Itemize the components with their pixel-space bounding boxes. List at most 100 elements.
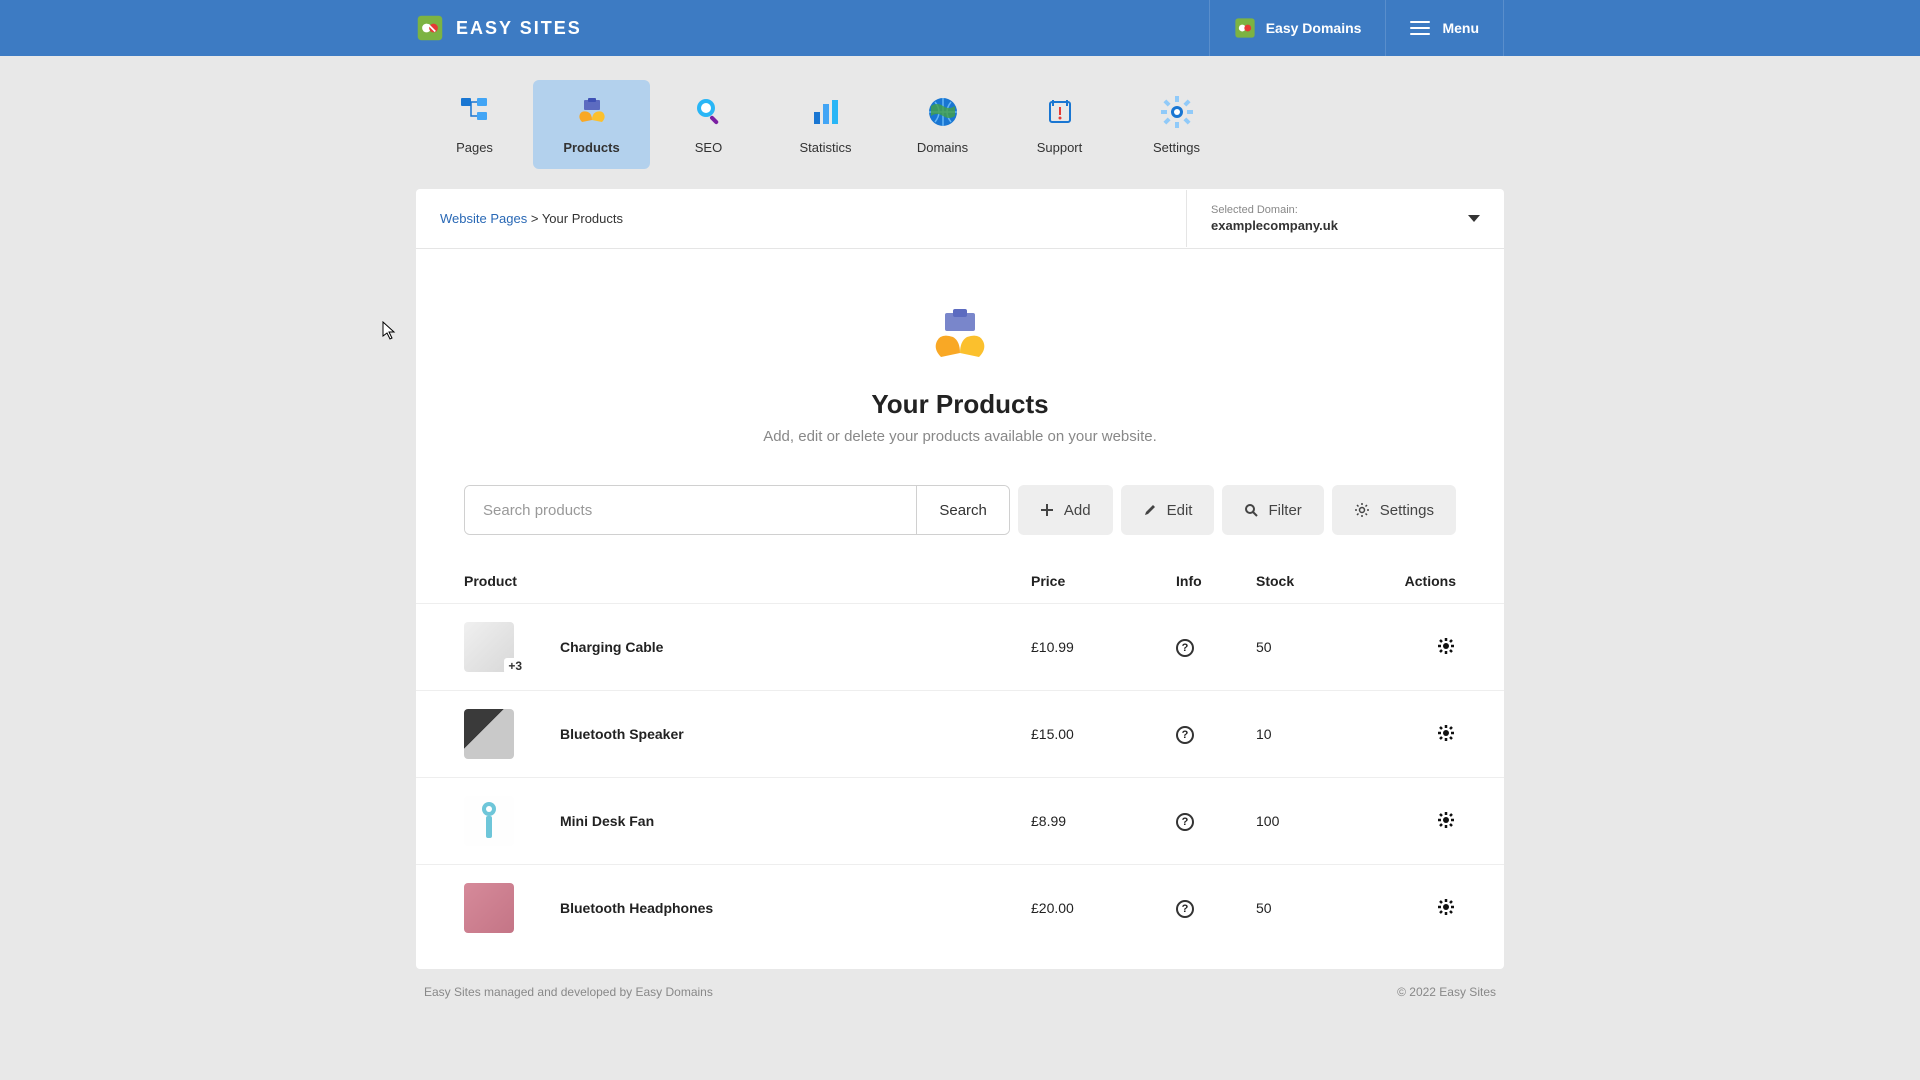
thumb-badge: +3 — [504, 658, 526, 674]
breadcrumb-sep: > — [531, 211, 539, 226]
pencil-icon — [1143, 503, 1157, 517]
statistics-icon — [808, 94, 844, 130]
add-label: Add — [1064, 502, 1091, 519]
add-button[interactable]: Add — [1018, 485, 1113, 535]
product-name[interactable]: Bluetooth Headphones — [560, 900, 1031, 916]
support-icon — [1042, 94, 1078, 130]
chevron-down-icon — [1468, 215, 1480, 222]
nav-tab-domains[interactable]: Domains — [884, 80, 1001, 169]
th-stock: Stock — [1256, 573, 1376, 589]
nav-tab-pages[interactable]: Pages — [416, 80, 533, 169]
th-info: Info — [1176, 573, 1256, 589]
settings-icon — [1159, 94, 1195, 130]
seo-icon — [691, 94, 727, 130]
nav-tab-label: Pages — [456, 140, 493, 155]
search-button[interactable]: Search — [916, 486, 1009, 534]
nav-tab-label: Statistics — [799, 140, 851, 155]
product-thumbnail[interactable] — [464, 796, 514, 846]
table-row: Bluetooth Headphones £20.00 ? 50 — [416, 864, 1504, 969]
breadcrumb-current: Your Products — [542, 211, 623, 226]
row-actions-icon[interactable] — [1436, 810, 1456, 830]
product-thumbnail[interactable] — [464, 709, 514, 759]
table-header: Product Price Info Stock Actions — [416, 559, 1504, 603]
product-thumbnail[interactable]: +3 — [464, 622, 514, 672]
nav-tab-products[interactable]: Products — [533, 80, 650, 169]
nav-tab-seo[interactable]: SEO — [650, 80, 767, 169]
gear-icon — [1354, 502, 1370, 518]
logo-text: EASY SITES — [456, 18, 582, 39]
info-icon[interactable]: ? — [1176, 900, 1194, 918]
domain-selector[interactable]: Selected Domain: examplecompany.uk — [1186, 190, 1504, 247]
table-row: Bluetooth Speaker £15.00 ? 10 — [416, 690, 1504, 777]
logo[interactable]: EASY SITES — [416, 14, 582, 42]
row-actions-icon[interactable] — [1436, 636, 1456, 656]
plus-icon — [1040, 503, 1054, 517]
domains-logo-icon — [1234, 17, 1256, 39]
product-name[interactable]: Mini Desk Fan — [560, 813, 1031, 829]
breadcrumb-root-link[interactable]: Website Pages — [440, 211, 527, 226]
product-stock: 50 — [1256, 900, 1376, 916]
header: EASY SITES Easy Domains Menu — [0, 0, 1920, 56]
easy-domains-link[interactable]: Easy Domains — [1209, 0, 1386, 56]
product-stock: 100 — [1256, 813, 1376, 829]
edit-label: Edit — [1167, 502, 1193, 519]
product-stock: 50 — [1256, 639, 1376, 655]
product-thumbnail[interactable] — [464, 883, 514, 933]
domain-selector-value: examplecompany.uk — [1211, 218, 1338, 233]
cursor-icon — [382, 321, 396, 341]
info-icon[interactable]: ? — [1176, 639, 1194, 657]
row-actions-icon[interactable] — [1436, 897, 1456, 917]
product-price: £8.99 — [1031, 813, 1176, 829]
domain-selector-label: Selected Domain: — [1211, 204, 1338, 216]
info-icon[interactable]: ? — [1176, 726, 1194, 744]
search-box: Search — [464, 485, 1010, 535]
domains-icon — [925, 94, 961, 130]
filter-button[interactable]: Filter — [1222, 485, 1323, 535]
edit-button[interactable]: Edit — [1121, 485, 1215, 535]
product-stock: 10 — [1256, 726, 1376, 742]
breadcrumb: Website Pages > Your Products — [416, 189, 1186, 248]
settings-button[interactable]: Settings — [1332, 485, 1456, 535]
search-input[interactable] — [465, 486, 916, 534]
product-price: £10.99 — [1031, 639, 1176, 655]
easy-domains-label: Easy Domains — [1266, 20, 1362, 36]
product-name[interactable]: Bluetooth Speaker — [560, 726, 1031, 742]
table-row: Mini Desk Fan £8.99 ? 100 — [416, 777, 1504, 864]
app-logo-icon — [416, 14, 444, 42]
th-price: Price — [1031, 573, 1176, 589]
nav-tab-label: Products — [563, 140, 619, 155]
hero-products-icon — [927, 305, 993, 371]
nav-tab-label: SEO — [695, 140, 722, 155]
products-icon — [574, 94, 610, 130]
product-price: £20.00 — [1031, 900, 1176, 916]
info-icon[interactable]: ? — [1176, 813, 1194, 831]
pages-icon — [457, 94, 493, 130]
nav-tab-statistics[interactable]: Statistics — [767, 80, 884, 169]
main-nav: Pages Products SEO Statistics Domains — [416, 56, 1504, 169]
menu-label: Menu — [1442, 20, 1479, 36]
nav-tab-label: Support — [1037, 140, 1083, 155]
menu-button[interactable]: Menu — [1385, 0, 1504, 56]
footer-right: © 2022 Easy Sites — [1397, 985, 1496, 999]
products-table: Product Price Info Stock Actions +3 Char… — [416, 559, 1504, 969]
nav-tab-label: Settings — [1153, 140, 1200, 155]
th-product: Product — [464, 573, 1031, 589]
filter-label: Filter — [1268, 502, 1301, 519]
nav-tab-label: Domains — [917, 140, 968, 155]
th-actions: Actions — [1376, 573, 1456, 589]
hamburger-icon — [1410, 21, 1430, 35]
nav-tab-settings[interactable]: Settings — [1118, 80, 1235, 169]
footer: Easy Sites managed and developed by Easy… — [416, 969, 1504, 1015]
nav-tab-support[interactable]: Support — [1001, 80, 1118, 169]
row-actions-icon[interactable] — [1436, 723, 1456, 743]
product-name[interactable]: Charging Cable — [560, 639, 1031, 655]
product-price: £15.00 — [1031, 726, 1176, 742]
content-card: Website Pages > Your Products Selected D… — [416, 189, 1504, 969]
table-row: +3 Charging Cable £10.99 ? 50 — [416, 603, 1504, 690]
page-title: Your Products — [416, 389, 1504, 420]
page-subtitle: Add, edit or delete your products availa… — [416, 428, 1504, 445]
hero-section: Your Products Add, edit or delete your p… — [416, 249, 1504, 485]
footer-left: Easy Sites managed and developed by Easy… — [424, 985, 713, 999]
magnifier-icon — [1244, 503, 1258, 517]
toolbar: Search Add Edit Filter Settings — [416, 485, 1504, 559]
